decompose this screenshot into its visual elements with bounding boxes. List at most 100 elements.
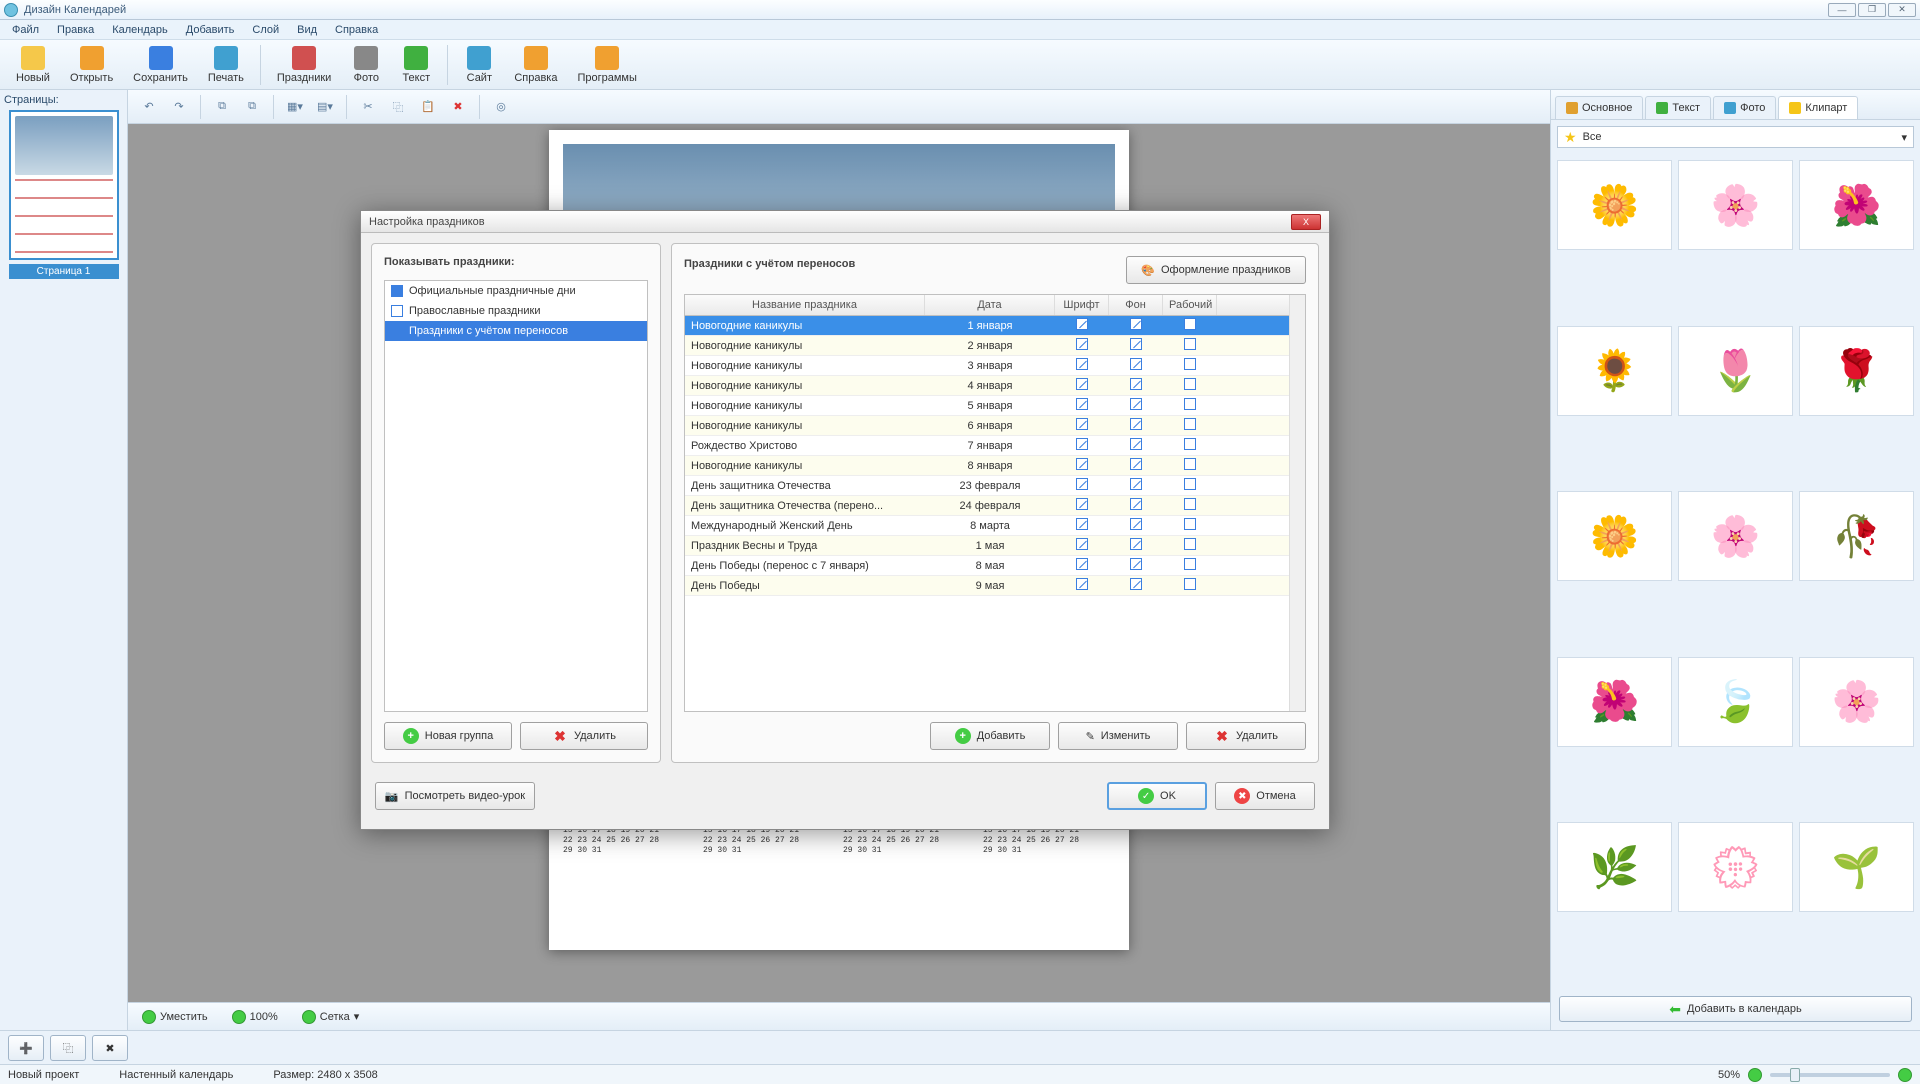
- clipart-item[interactable]: 🌼: [1557, 160, 1672, 250]
- checkbox[interactable]: [1184, 478, 1196, 490]
- clipart-item[interactable]: 🍃: [1678, 657, 1793, 747]
- col-bg[interactable]: Фон: [1109, 295, 1163, 315]
- group-checkbox[interactable]: [391, 285, 403, 297]
- clipart-item[interactable]: 🌱: [1799, 822, 1914, 912]
- col-work[interactable]: Рабочий: [1163, 295, 1217, 315]
- checkbox[interactable]: [1184, 578, 1196, 590]
- table-row[interactable]: Новогодние каникулы2 января: [685, 336, 1289, 356]
- checkbox[interactable]: [1076, 518, 1088, 530]
- clipart-item[interactable]: 🌸: [1678, 491, 1793, 581]
- checkbox[interactable]: [1130, 518, 1142, 530]
- checkbox[interactable]: [1130, 338, 1142, 350]
- page-del-button[interactable]: ✖: [92, 1035, 128, 1061]
- page-add-button[interactable]: ➕: [8, 1035, 44, 1061]
- clipart-item[interactable]: 🌺: [1799, 160, 1914, 250]
- table-row[interactable]: Новогодние каникулы6 января: [685, 416, 1289, 436]
- table-row[interactable]: День защитника Отечества (перено...24 фе…: [685, 496, 1289, 516]
- table-scrollbar[interactable]: [1289, 316, 1305, 711]
- cut-button[interactable]: ✂: [355, 94, 381, 120]
- table-row[interactable]: Новогодние каникулы3 января: [685, 356, 1289, 376]
- checkbox[interactable]: [1076, 458, 1088, 470]
- menu-3[interactable]: Добавить: [178, 22, 243, 38]
- grid-button[interactable]: Сетка ▾: [296, 1008, 365, 1026]
- menu-4[interactable]: Слой: [244, 22, 287, 38]
- clipart-item[interactable]: 💮: [1678, 822, 1793, 912]
- checkbox[interactable]: [1184, 318, 1196, 330]
- minimize-button[interactable]: —: [1828, 3, 1856, 17]
- clipart-item[interactable]: 🌺: [1557, 657, 1672, 747]
- add-to-calendar-button[interactable]: ⬅ Добавить в календарь: [1559, 996, 1912, 1022]
- checkbox[interactable]: [1184, 438, 1196, 450]
- menu-5[interactable]: Вид: [289, 22, 325, 38]
- clipart-item[interactable]: 🥀: [1799, 491, 1914, 581]
- fit-button[interactable]: Уместить: [136, 1008, 214, 1026]
- table-row[interactable]: День защитника Отечества23 февраля: [685, 476, 1289, 496]
- tb-Справка[interactable]: Справка: [504, 42, 567, 88]
- table-row[interactable]: День Победы9 мая: [685, 576, 1289, 596]
- table-row[interactable]: Новогодние каникулы1 января: [685, 316, 1289, 336]
- page-thumbnail[interactable]: [9, 110, 119, 260]
- group-item[interactable]: Праздники с учётом переносов: [385, 321, 647, 341]
- col-name[interactable]: Название праздника: [685, 295, 925, 315]
- tb-Печать[interactable]: Печать: [198, 42, 254, 88]
- checkbox[interactable]: [1076, 538, 1088, 550]
- paste2-button[interactable]: 📋: [415, 94, 441, 120]
- maximize-button[interactable]: ❐: [1858, 3, 1886, 17]
- checkbox[interactable]: [1076, 318, 1088, 330]
- table-row[interactable]: Новогодние каникулы4 января: [685, 376, 1289, 396]
- menu-2[interactable]: Календарь: [104, 22, 176, 38]
- checkbox[interactable]: [1130, 538, 1142, 550]
- clipart-item[interactable]: 🌸: [1678, 160, 1793, 250]
- checkbox[interactable]: [1184, 558, 1196, 570]
- clipart-item[interactable]: 🌿: [1557, 822, 1672, 912]
- paste-button[interactable]: ⧉: [239, 94, 265, 120]
- tb-Новый[interactable]: Новый: [6, 42, 60, 88]
- checkbox[interactable]: [1184, 358, 1196, 370]
- redo-button[interactable]: ↷: [166, 94, 192, 120]
- delete-group-button[interactable]: ✖Удалить: [520, 722, 648, 750]
- clipart-item[interactable]: 🌻: [1557, 326, 1672, 416]
- checkbox[interactable]: [1130, 378, 1142, 390]
- checkbox[interactable]: [1130, 458, 1142, 470]
- zoom-out-button[interactable]: [1748, 1068, 1762, 1082]
- holiday-delete-button[interactable]: ✖Удалить: [1186, 722, 1306, 750]
- holiday-edit-button[interactable]: ✎ Изменить: [1058, 722, 1178, 750]
- table-row[interactable]: Рождество Христово7 января: [685, 436, 1289, 456]
- checkbox[interactable]: [1076, 478, 1088, 490]
- checkbox[interactable]: [1130, 358, 1142, 370]
- new-group-button[interactable]: +Новая группа: [384, 722, 512, 750]
- clipart-category-select[interactable]: ★ Все ▾: [1557, 126, 1914, 148]
- checkbox[interactable]: [1184, 458, 1196, 470]
- video-lesson-button[interactable]: 📷 Посмотреть видео-урок: [375, 782, 535, 810]
- checkbox[interactable]: [1130, 498, 1142, 510]
- group-item[interactable]: Официальные праздничные дни: [385, 281, 647, 301]
- checkbox[interactable]: [1130, 418, 1142, 430]
- distribute-button[interactable]: ▤▾: [312, 94, 338, 120]
- holiday-add-button[interactable]: +Добавить: [930, 722, 1050, 750]
- table-row[interactable]: День Победы (перенос с 7 января)8 мая: [685, 556, 1289, 576]
- checkbox[interactable]: [1184, 538, 1196, 550]
- checkbox[interactable]: [1184, 398, 1196, 410]
- checkbox[interactable]: [1130, 558, 1142, 570]
- page-dup-button[interactable]: ⿻: [50, 1035, 86, 1061]
- checkbox[interactable]: [1076, 338, 1088, 350]
- checkbox[interactable]: [1184, 338, 1196, 350]
- checkbox[interactable]: [1130, 438, 1142, 450]
- preview-button[interactable]: ◎: [488, 94, 514, 120]
- clipart-item[interactable]: 🌸: [1799, 657, 1914, 747]
- align-button[interactable]: ▦▾: [282, 94, 308, 120]
- menu-0[interactable]: Файл: [4, 22, 47, 38]
- clipart-item[interactable]: 🌷: [1678, 326, 1793, 416]
- tb-Сайт[interactable]: Сайт: [454, 42, 504, 88]
- checkbox[interactable]: [1076, 358, 1088, 370]
- checkbox[interactable]: [1184, 518, 1196, 530]
- checkbox[interactable]: [1076, 498, 1088, 510]
- zoom-in-button[interactable]: [1898, 1068, 1912, 1082]
- table-row[interactable]: Новогодние каникулы5 января: [685, 396, 1289, 416]
- table-row[interactable]: Международный Женский День8 марта: [685, 516, 1289, 536]
- checkbox[interactable]: [1076, 578, 1088, 590]
- cancel-button[interactable]: ✖Отмена: [1215, 782, 1315, 810]
- checkbox[interactable]: [1076, 418, 1088, 430]
- checkbox[interactable]: [1184, 498, 1196, 510]
- tab-Текст[interactable]: Текст: [1645, 96, 1711, 119]
